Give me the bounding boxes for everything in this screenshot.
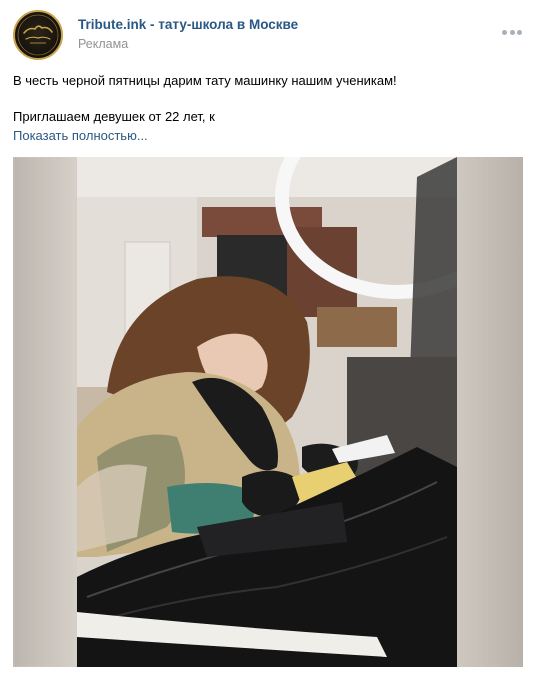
more-dots-icon[interactable] <box>500 24 524 40</box>
avatar[interactable] <box>13 10 63 60</box>
tattoo-student-photo <box>77 157 457 667</box>
post-photo[interactable] <box>13 157 523 667</box>
post-text: В честь черной пятницы дарим тату машинк… <box>13 72 524 126</box>
show-more-link[interactable]: Показать полностью... <box>13 128 148 143</box>
post-author-link[interactable]: Tribute.ink - тату-школа в Москве <box>78 17 298 32</box>
post-text-line: Приглашаем девушек от 22 лет, к <box>13 109 215 124</box>
photo-image <box>77 157 457 667</box>
ad-label: Реклама <box>78 37 129 51</box>
photo-blur-left <box>13 157 77 667</box>
ad-post: Tribute.ink - тату-школа в Москве Реклам… <box>0 0 537 673</box>
photo-blur-right <box>457 157 523 667</box>
dot <box>509 29 515 35</box>
tribute-logo <box>17 14 59 56</box>
post-header: Tribute.ink - тату-школа в Москве Реклам… <box>13 10 524 62</box>
dot <box>502 29 507 35</box>
post-text-line: В честь черной пятницы дарим тату машинк… <box>13 73 397 88</box>
dot <box>517 29 522 35</box>
